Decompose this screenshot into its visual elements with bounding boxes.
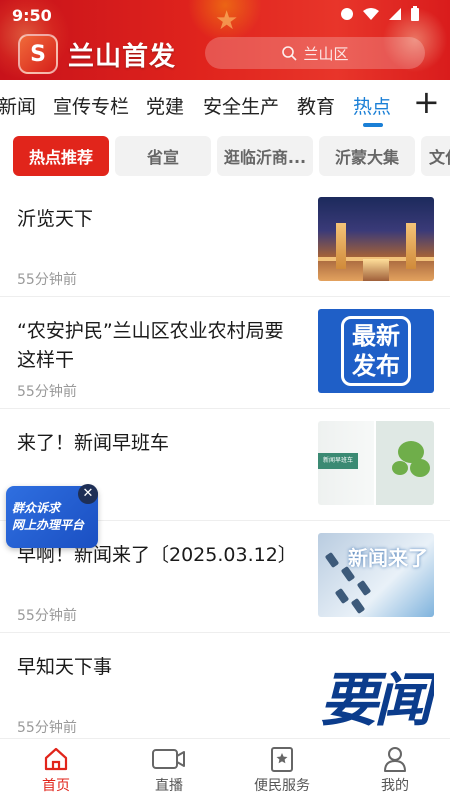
search-icon — [282, 46, 298, 61]
status-bar: 9:50 — [0, 0, 450, 30]
bottom-navigation: 首页 直播 便民服务 我的 — [0, 738, 450, 800]
article-title: “农安护民”兰山区农业农村局要这样干 — [17, 320, 284, 371]
service-icon — [271, 747, 293, 772]
cellular-icon — [389, 8, 401, 20]
thumbnail-text: 新闻早班车 — [318, 453, 358, 469]
nav-profile[interactable]: 我的 — [355, 745, 435, 795]
article-thumbnail: 最新 发布 — [318, 309, 434, 393]
video-icon — [152, 749, 185, 769]
chip-province[interactable]: 省宣 — [115, 136, 211, 176]
app-logo: S — [18, 34, 58, 74]
close-icon[interactable]: ✕ — [78, 484, 98, 504]
tab-news[interactable]: 新闻 — [0, 92, 36, 119]
article-time: 55分钟前 — [17, 272, 77, 288]
category-tabs: 新闻 宣传专栏 党建 安全生产 教育 热点 — [0, 80, 450, 130]
article-thumbnail: 新闻早班车 — [318, 421, 434, 505]
nav-home[interactable]: 首页 — [16, 745, 96, 795]
article-time: 55分钟前 — [17, 384, 77, 400]
signal-icon — [341, 8, 353, 20]
nav-label: 首页 — [42, 778, 70, 794]
chip-yimeng-market[interactable]: 沂蒙大集 — [319, 136, 415, 176]
banner-line-1: 群众诉求 — [12, 501, 61, 515]
tab-publicity[interactable]: 宣传专栏 — [53, 92, 129, 119]
chip-culture[interactable]: 文化 — [421, 136, 450, 176]
battery-icon — [411, 6, 419, 21]
nav-services[interactable]: 便民服务 — [242, 745, 322, 795]
app-screen: ★ 9:50 S 兰山首发 兰山区 新闻 宣传专栏 党建 安全生产 教育 热点 … — [0, 0, 450, 800]
article-title: 来了！新闻早班车 — [17, 432, 170, 454]
add-tab-button[interactable]: + — [413, 82, 440, 122]
thumbnail-text: 要闻 — [320, 666, 432, 729]
sub-category-chips: 热点推荐 省宣 逛临沂商... 沂蒙大集 文化 — [0, 134, 450, 180]
home-icon — [44, 747, 68, 771]
article-title: 沂览天下 — [17, 208, 94, 230]
tab-party[interactable]: 党建 — [146, 92, 184, 119]
tab-safety[interactable]: 安全生产 — [203, 92, 279, 119]
banner-line-2: 网上办理平台 — [12, 518, 85, 532]
thumbnail-text: 最新 — [352, 322, 400, 350]
article-thumbnail: 新闻来了 — [318, 533, 434, 617]
article-time: 55分钟前 — [17, 608, 77, 624]
chip-hot-recommend[interactable]: 热点推荐 — [13, 136, 109, 176]
app-name: 兰山首发 — [68, 42, 177, 72]
status-icons — [340, 6, 420, 22]
nav-label: 直播 — [155, 778, 183, 794]
article-thumbnail — [318, 197, 434, 281]
active-tab-indicator — [363, 123, 383, 127]
tab-education[interactable]: 教育 — [297, 92, 335, 119]
profile-icon — [384, 747, 406, 772]
wifi-icon — [363, 8, 379, 20]
nav-label: 我的 — [381, 778, 409, 794]
list-item[interactable]: 沂览天下 55分钟前 — [0, 185, 450, 297]
list-item[interactable]: 早知天下事 55分钟前 要闻 — [0, 633, 450, 745]
status-time: 9:50 — [12, 6, 52, 25]
search-placeholder: 兰山区 — [303, 44, 349, 63]
list-item[interactable]: “农安护民”兰山区农业农村局要这样干 55分钟前 最新 发布 — [0, 297, 450, 409]
tab-hot[interactable]: 热点 — [353, 92, 391, 119]
article-time: 55分钟前 — [17, 720, 77, 736]
chip-linyi-shopping[interactable]: 逛临沂商... — [217, 136, 313, 176]
thumbnail-text: 发布 — [352, 352, 400, 380]
nav-live[interactable]: 直播 — [129, 745, 209, 795]
header-banner: ★ 9:50 S 兰山首发 兰山区 — [0, 0, 450, 80]
article-title: 早知天下事 — [17, 656, 113, 678]
search-input[interactable]: 兰山区 — [205, 37, 425, 69]
nav-label: 便民服务 — [254, 778, 310, 794]
article-thumbnail: 要闻 — [318, 645, 434, 729]
thumbnail-text: 新闻来了 — [348, 546, 428, 570]
